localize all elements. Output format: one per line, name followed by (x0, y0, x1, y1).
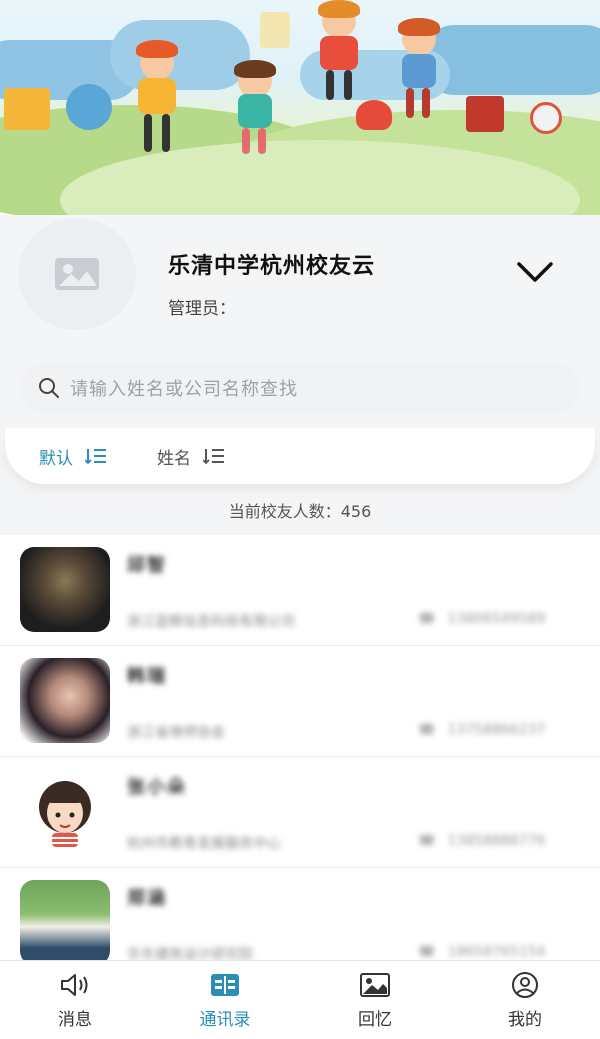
search-input[interactable]: 请输入姓名或公司名称查找 (20, 362, 580, 414)
banner-illustration (0, 0, 600, 215)
contact-company: 浙江省律师协会 (127, 725, 225, 741)
chevron-down-icon[interactable] (515, 258, 555, 286)
contact-phone-number: 13806549589 (447, 611, 546, 627)
sort-icon (85, 449, 106, 465)
contacts-icon (211, 973, 239, 996)
contact-phone-number: 13758866237 (447, 722, 546, 738)
header-card: 乐清中学杭州校友云 管理员： 请输入姓名或公司名称查找 默认 姓名 (0, 200, 600, 485)
search-placeholder: 请输入姓名或公司名称查找 (70, 379, 298, 400)
tab-memories[interactable]: 回忆 (300, 961, 450, 1039)
sort-name-label: 姓名 (157, 448, 191, 469)
list-item[interactable]: 张小朵 杭州市教育发展服务中心 ☎ 13858888776 (0, 757, 600, 868)
speaker-icon (61, 973, 88, 996)
avatar (20, 547, 110, 632)
avatar (20, 880, 110, 960)
contact-phone: ☎ 18658765154 (418, 944, 545, 960)
contact-list: 邱智 浙江蓝鲸信息科技有限公司 ☎ 13806549589 韩瑞 浙江省律师协会… (0, 535, 600, 960)
picture-icon (360, 972, 390, 997)
avatar (20, 658, 110, 743)
sort-default[interactable]: 默认 (39, 444, 107, 469)
tab-mine[interactable]: 我的 (450, 961, 600, 1039)
contact-name: 张小朵 (127, 777, 187, 798)
phone-icon: ☎ (418, 833, 436, 849)
tab-contacts-label: 通讯录 (199, 1009, 251, 1030)
sort-default-label: 默认 (39, 448, 73, 469)
search-icon (39, 378, 59, 398)
phone-icon: ☎ (418, 944, 436, 960)
contact-phone: ☎ 13806549589 (418, 611, 545, 627)
contact-name: 韩瑞 (127, 666, 167, 687)
contact-company: 浙江蓝鲸信息科技有限公司 (127, 614, 295, 630)
sort-icon (203, 449, 224, 465)
sort-bar: 默认 姓名 (5, 428, 595, 484)
bottom-tab-bar: 消息 通讯录 回忆 我的 (0, 960, 600, 1039)
contact-phone-number: 13858888776 (447, 833, 546, 849)
tab-contacts[interactable]: 通讯录 (150, 961, 300, 1039)
contact-company: 华东建筑设计研究院 (127, 947, 253, 960)
user-icon (512, 971, 538, 998)
avatar (20, 769, 110, 854)
contact-phone-number: 18658765154 (447, 944, 546, 960)
alumni-count: 当前校友人数：456 (228, 502, 372, 521)
tab-messages-label: 消息 (58, 1009, 92, 1030)
list-item[interactable]: 韩瑞 浙江省律师协会 ☎ 13758866237 (0, 646, 600, 757)
admin-label: 管理员： (168, 299, 236, 319)
contact-name: 郑涵 (127, 888, 167, 909)
sort-name[interactable]: 姓名 (157, 444, 225, 469)
tab-messages[interactable]: 消息 (0, 961, 150, 1039)
contact-name: 邱智 (127, 555, 167, 576)
list-item[interactable]: 郑涵 华东建筑设计研究院 ☎ 18658765154 (0, 868, 600, 960)
phone-icon: ☎ (418, 722, 436, 738)
tab-memories-label: 回忆 (358, 1009, 392, 1030)
organization-avatar[interactable] (18, 218, 136, 330)
organization-name: 乐清中学杭州校友云 (168, 254, 376, 279)
tab-mine-label: 我的 (508, 1009, 542, 1030)
cartoon-girl-avatar (39, 781, 91, 847)
contact-phone: ☎ 13758866237 (418, 722, 545, 738)
contact-phone: ☎ 13858888776 (418, 833, 545, 849)
contact-company: 杭州市教育发展服务中心 (127, 836, 281, 852)
list-item[interactable]: 邱智 浙江蓝鲸信息科技有限公司 ☎ 13806549589 (0, 535, 600, 646)
image-placeholder-icon (55, 258, 99, 290)
phone-icon: ☎ (418, 611, 436, 627)
